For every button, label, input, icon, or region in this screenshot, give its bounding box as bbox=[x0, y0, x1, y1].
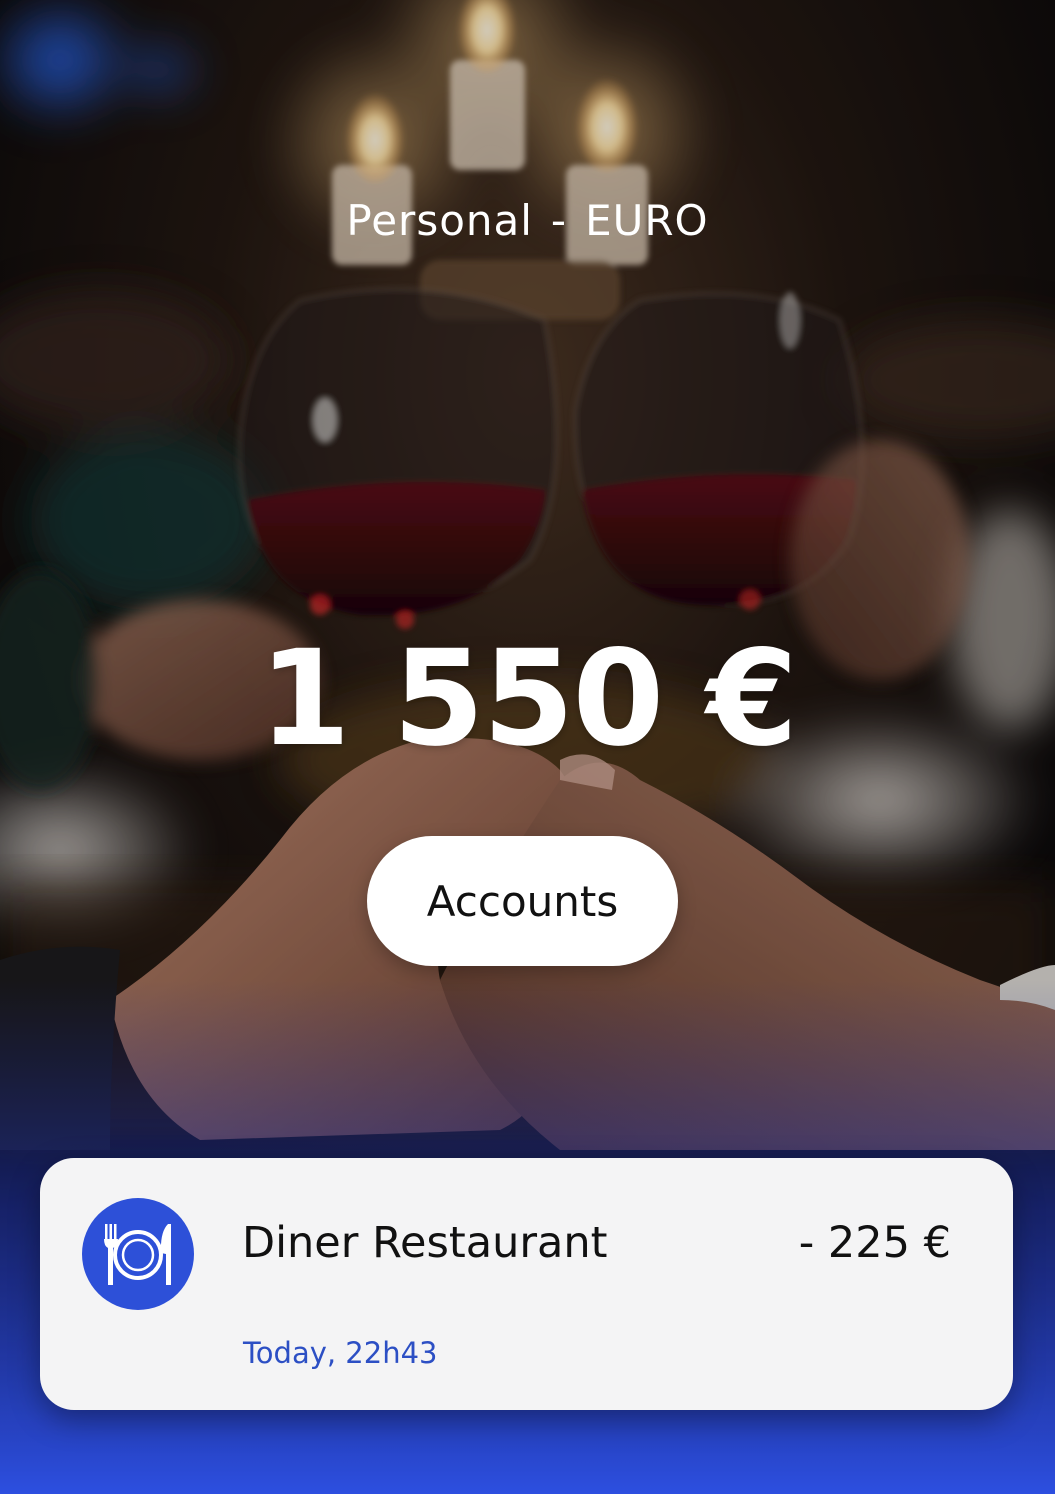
header-separator: - bbox=[550, 196, 568, 245]
transaction-amount: - 225 € bbox=[798, 1218, 951, 1268]
account-currency: EURO bbox=[585, 196, 709, 245]
account-name: Personal bbox=[346, 196, 533, 245]
account-header: Personal - EURO bbox=[0, 196, 1055, 245]
transaction-time: Today, 22h43 bbox=[243, 1336, 438, 1370]
transaction-card[interactable]: Diner Restaurant - 225 € Today, 22h43 bbox=[40, 1158, 1013, 1410]
restaurant-icon bbox=[82, 1198, 194, 1310]
accounts-button[interactable]: Accounts bbox=[367, 836, 678, 966]
transaction-name: Diner Restaurant bbox=[242, 1218, 608, 1268]
balance-amount: 1 550 € bbox=[258, 622, 798, 776]
